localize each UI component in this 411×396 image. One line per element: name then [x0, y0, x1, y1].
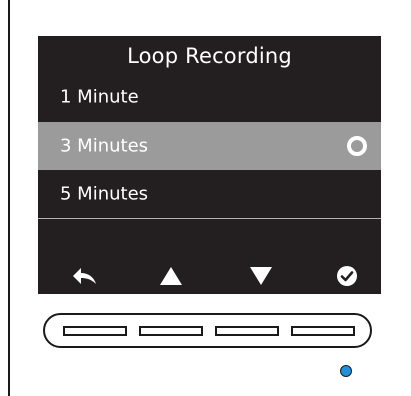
menu-title: Loop Recording	[127, 44, 292, 68]
down-triangle-icon	[250, 267, 272, 285]
device-screen: Loop Recording 1 Minute 3 Minutes 5 Minu…	[38, 36, 381, 294]
down-button[interactable]	[241, 261, 281, 291]
confirm-check-icon	[337, 266, 357, 286]
menu-option-5-minutes[interactable]: 5 Minutes	[38, 170, 381, 218]
menu-option-1-minute[interactable]: 1 Minute	[38, 74, 381, 120]
hardware-key-2[interactable]	[139, 326, 203, 336]
menu-divider	[38, 218, 381, 219]
menu-option-3-minutes[interactable]: 3 Minutes	[38, 122, 381, 170]
status-led-indicator	[340, 365, 352, 377]
selected-radio-icon	[347, 136, 367, 156]
menu-option-label: 3 Minutes	[60, 135, 149, 157]
hardware-key-4[interactable]	[291, 326, 355, 336]
control-bar	[38, 261, 381, 291]
hardware-key-1[interactable]	[63, 326, 127, 336]
left-border-line	[8, 0, 10, 396]
confirm-button[interactable]	[327, 261, 367, 291]
hardware-button-bar	[43, 313, 372, 348]
back-button[interactable]	[65, 261, 105, 291]
up-button[interactable]	[151, 261, 191, 291]
back-arrow-icon	[73, 268, 96, 284]
menu-option-label: 1 Minute	[60, 86, 139, 108]
hardware-key-3[interactable]	[215, 326, 279, 336]
menu-option-label: 5 Minutes	[60, 183, 149, 205]
up-triangle-icon	[160, 267, 182, 285]
